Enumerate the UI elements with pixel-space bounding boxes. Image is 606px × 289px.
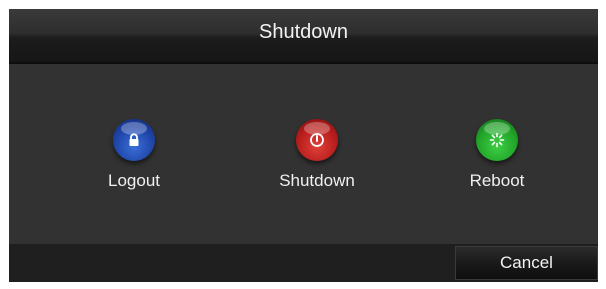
power-icon[interactable]	[296, 119, 338, 161]
shutdown-dialog: Shutdown Logout Shutdown Reboot Cancel	[9, 9, 598, 282]
dialog-title: Shutdown	[259, 21, 348, 43]
dialog-footer: Cancel	[9, 244, 598, 282]
logout-button[interactable]: Logout	[59, 119, 209, 191]
dialog-titlebar: Shutdown	[9, 9, 598, 64]
logout-label: Logout	[108, 171, 160, 190]
reboot-button[interactable]: Reboot	[422, 119, 572, 191]
reboot-label: Reboot	[469, 171, 525, 190]
reboot-icon[interactable]	[476, 119, 518, 161]
dialog-content: Logout Shutdown Reboot	[9, 64, 598, 244]
lock-icon[interactable]	[113, 119, 155, 161]
shutdown-label: Shutdown	[279, 171, 355, 190]
cancel-button[interactable]: Cancel	[455, 246, 598, 280]
shutdown-button[interactable]: Shutdown	[242, 119, 392, 191]
